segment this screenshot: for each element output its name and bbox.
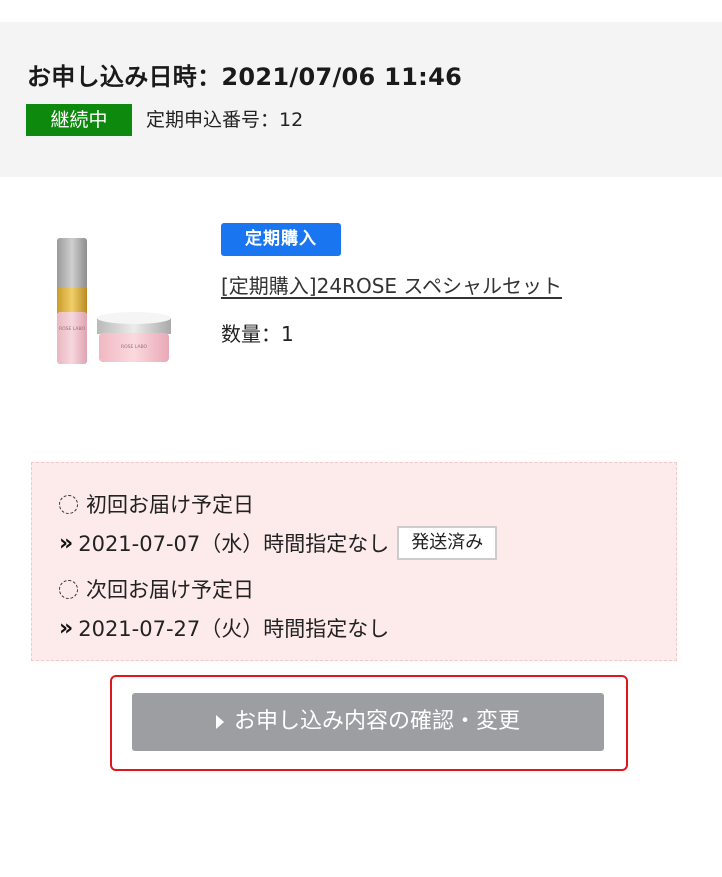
first-delivery-row: » 2021-07-07（水） 時間指定なし 発送済み: [59, 526, 498, 560]
product-tag: 定期購入: [221, 223, 341, 256]
order-datetime-label: お申し込み日時：: [27, 63, 222, 91]
subscription-number-label: 定期申込番号：: [146, 109, 280, 131]
dashed-circle-icon: [59, 579, 78, 599]
next-delivery-time: 時間指定なし: [263, 617, 390, 641]
next-delivery-row: » 2021-07-27（火） 時間指定なし: [59, 613, 389, 643]
product-quantity: 数量：1: [221, 318, 294, 347]
dashed-circle-icon: [59, 494, 78, 514]
double-chevron-right-icon: »: [59, 530, 73, 556]
order-datetime-value: 2021/07/06 11:46: [221, 63, 463, 91]
first-delivery-date: 2021-07-07（水）: [78, 532, 264, 556]
confirm-change-button[interactable]: お申し込み内容の確認・変更: [132, 693, 604, 751]
confirm-change-label: お申し込み内容の確認・変更: [233, 709, 520, 734]
status-badge: 継続中: [26, 104, 132, 136]
next-delivery-label: 次回お届け予定日: [86, 578, 254, 602]
quantity-value: 1: [281, 322, 294, 346]
svg-text:ROSE LABO: ROSE LABO: [59, 326, 85, 332]
first-delivery-label: 初回お届け予定日: [86, 493, 254, 517]
subscription-number-value: 12: [279, 109, 304, 131]
first-delivery-time: 時間指定なし: [263, 532, 390, 556]
double-chevron-right-icon: »: [59, 615, 73, 641]
shipped-badge: 発送済み: [397, 526, 498, 560]
first-delivery-heading: 初回お届け予定日: [59, 489, 254, 519]
svg-text:ROSE LABO: ROSE LABO: [121, 344, 147, 350]
quantity-label: 数量：: [221, 322, 281, 346]
product-name-link[interactable]: [定期購入]24ROSE スペシャルセット: [221, 270, 562, 299]
order-header: お申し込み日時：2021/07/06 11:46 継続中 定期申込番号：12: [0, 22, 722, 177]
delivery-schedule: 初回お届け予定日 » 2021-07-07（水） 時間指定なし 発送済み 次回お…: [31, 462, 677, 661]
next-delivery-date: 2021-07-27（火）: [78, 617, 264, 641]
next-delivery-heading: 次回お届け予定日: [59, 574, 254, 604]
subscription-number: 定期申込番号：12: [146, 106, 303, 134]
product-image[interactable]: ROSE LABO ROSE LABO: [50, 234, 178, 368]
order-datetime: お申し込み日時：2021/07/06 11:46: [27, 57, 462, 92]
caret-right-icon: [215, 715, 224, 729]
